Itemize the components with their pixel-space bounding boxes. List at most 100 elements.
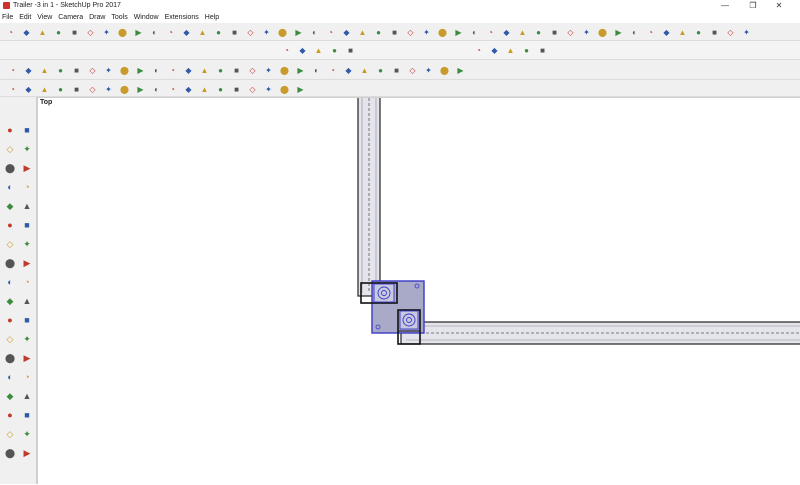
iso-view-icon[interactable]: ✦	[420, 26, 433, 39]
close-button[interactable]: ✕	[767, 0, 791, 12]
look-around-icon[interactable]: ✦	[20, 427, 34, 441]
menu-view[interactable]: View	[37, 14, 52, 21]
location-icon[interactable]: ●	[374, 64, 387, 77]
match-photo-icon[interactable]: ✦	[580, 26, 593, 39]
shadows-icon[interactable]: ◔	[324, 26, 337, 39]
offset-icon[interactable]: ▲	[20, 294, 34, 308]
intersect-icon[interactable]: ●	[214, 64, 227, 77]
back-edges-icon[interactable]: ■	[228, 26, 241, 39]
extension-14-icon[interactable]: ●	[214, 83, 227, 96]
sandbox-icon[interactable]: ⬤	[596, 26, 609, 39]
pie-icon[interactable]: ■	[20, 218, 34, 232]
polygon-icon[interactable]: ▲	[20, 199, 34, 213]
depth-cue-icon[interactable]: ■	[388, 26, 401, 39]
edge-style-icon[interactable]: ▲	[356, 26, 369, 39]
zoom-extents-icon[interactable]: ●	[3, 408, 17, 422]
minimize-button[interactable]: —	[713, 0, 737, 12]
dimension-icon[interactable]: ▲	[198, 64, 211, 77]
perspective-icon[interactable]: ●	[532, 26, 545, 39]
subtract-icon[interactable]: ✦	[262, 64, 275, 77]
extension-19-icon[interactable]: ▶	[294, 83, 307, 96]
pencil-line-icon[interactable]: ⬤	[3, 161, 17, 175]
position-camera-icon[interactable]: ◇	[3, 427, 17, 441]
shaded-icon[interactable]: ⬤	[276, 26, 289, 39]
next-icon[interactable]: ✦	[100, 26, 113, 39]
zoom-extents-icon[interactable]: ■	[68, 26, 81, 39]
freehand-icon[interactable]: ▶	[20, 161, 34, 175]
scale-icon[interactable]: ⬤	[118, 64, 131, 77]
extension-11-icon[interactable]: ◔	[166, 83, 179, 96]
extension-7-icon[interactable]: ✦	[102, 83, 115, 96]
push-pull-icon[interactable]: ▶	[20, 256, 34, 270]
arc-icon[interactable]: ●	[3, 218, 17, 232]
zoom-icon[interactable]: ◆	[3, 389, 17, 403]
pan-icon[interactable]: ◆	[20, 26, 33, 39]
extension-9-icon[interactable]: ▶	[134, 83, 147, 96]
solid-tools-icon[interactable]: ◐	[310, 64, 323, 77]
text-icon[interactable]: ◔	[166, 64, 179, 77]
3d-text-icon[interactable]: ▶	[20, 351, 34, 365]
wireframe-icon[interactable]: ◇	[244, 26, 257, 39]
extension-warehouse-icon[interactable]: ✦	[740, 26, 753, 39]
dynamic-component-e-icon[interactable]: ■	[536, 44, 549, 57]
warning-icon[interactable]: ⬤	[438, 64, 451, 77]
walk-icon[interactable]: ⬤	[3, 446, 17, 460]
component-iso-icon[interactable]: ◔	[280, 44, 293, 57]
axes-icon[interactable]: ◆	[182, 64, 195, 77]
info-icon[interactable]: ▶	[454, 64, 467, 77]
text-icon[interactable]: ✦	[20, 332, 34, 346]
eraser-tool-icon[interactable]: ✦	[20, 142, 34, 156]
select-icon[interactable]: ●	[3, 123, 17, 137]
tape-icon[interactable]: ◔	[6, 64, 19, 77]
drawing-viewport[interactable]: Top	[37, 97, 800, 484]
component-front-icon[interactable]: ◆	[296, 44, 309, 57]
position-camera-icon[interactable]: ⬤	[116, 26, 129, 39]
zoom-window-icon[interactable]: ●	[52, 26, 65, 39]
layer-icon[interactable]: ◔	[326, 64, 339, 77]
menu-help[interactable]: Help	[205, 14, 219, 21]
extension-13-icon[interactable]: ▲	[198, 83, 211, 96]
stamp-icon[interactable]: ▶	[612, 26, 625, 39]
eraser-icon[interactable]: ◆	[22, 64, 35, 77]
extension-6-icon[interactable]: ◇	[86, 83, 99, 96]
previous-view-icon[interactable]: ■	[20, 408, 34, 422]
menu-edit[interactable]: Edit	[19, 14, 31, 21]
move-icon[interactable]: ▶	[134, 64, 147, 77]
smoove-icon[interactable]: ◔	[644, 26, 657, 39]
trailer-model-drawing[interactable]	[38, 98, 800, 485]
move-icon[interactable]: ⬤	[3, 256, 17, 270]
rotate-icon[interactable]: ✦	[102, 64, 115, 77]
eraser-icon[interactable]: ■	[20, 123, 34, 137]
section-cuts-icon[interactable]: ▲	[196, 26, 209, 39]
house-outline-icon[interactable]: ■	[344, 44, 357, 57]
menu-camera[interactable]: Camera	[58, 14, 83, 21]
tape-measure-icon[interactable]: ●	[3, 313, 17, 327]
paint-icon[interactable]: ▲	[38, 64, 51, 77]
extension-17-icon[interactable]: ✦	[262, 83, 275, 96]
dynamic-component-c-icon[interactable]: ▲	[504, 44, 517, 57]
menu-draw[interactable]: Draw	[89, 14, 105, 21]
section-plane-icon[interactable]: ▶	[20, 446, 34, 460]
hidden-line-icon[interactable]: ✦	[260, 26, 273, 39]
menu-file[interactable]: File	[2, 14, 13, 21]
extension-5-icon[interactable]: ■	[70, 83, 83, 96]
section-plane-icon[interactable]: ◔	[164, 26, 177, 39]
two-point-arc-icon[interactable]: ◇	[3, 237, 17, 251]
rotated-rectangle-icon[interactable]: ◔	[20, 180, 34, 194]
push-pull-icon[interactable]: ■	[70, 64, 83, 77]
display-section-icon[interactable]: ◆	[180, 26, 193, 39]
extension-12-icon[interactable]: ◆	[182, 83, 195, 96]
extension-18-icon[interactable]: ⬤	[278, 83, 291, 96]
look-around-icon[interactable]: ▶	[132, 26, 145, 39]
follow-me-icon[interactable]: ●	[54, 64, 67, 77]
textured-icon[interactable]: ▶	[292, 26, 305, 39]
previous-icon[interactable]: ◇	[84, 26, 97, 39]
monochrome-icon[interactable]: ◐	[308, 26, 321, 39]
extension-4-icon[interactable]: ●	[54, 83, 67, 96]
share-model-icon[interactable]: ■	[708, 26, 721, 39]
rotate-icon[interactable]: ◐	[3, 275, 17, 289]
zoom-icon[interactable]: ▲	[36, 26, 49, 39]
trim-icon[interactable]: ⬤	[278, 64, 291, 77]
extension-icon[interactable]: ◇	[404, 26, 417, 39]
protractor-icon[interactable]: ◐	[150, 64, 163, 77]
